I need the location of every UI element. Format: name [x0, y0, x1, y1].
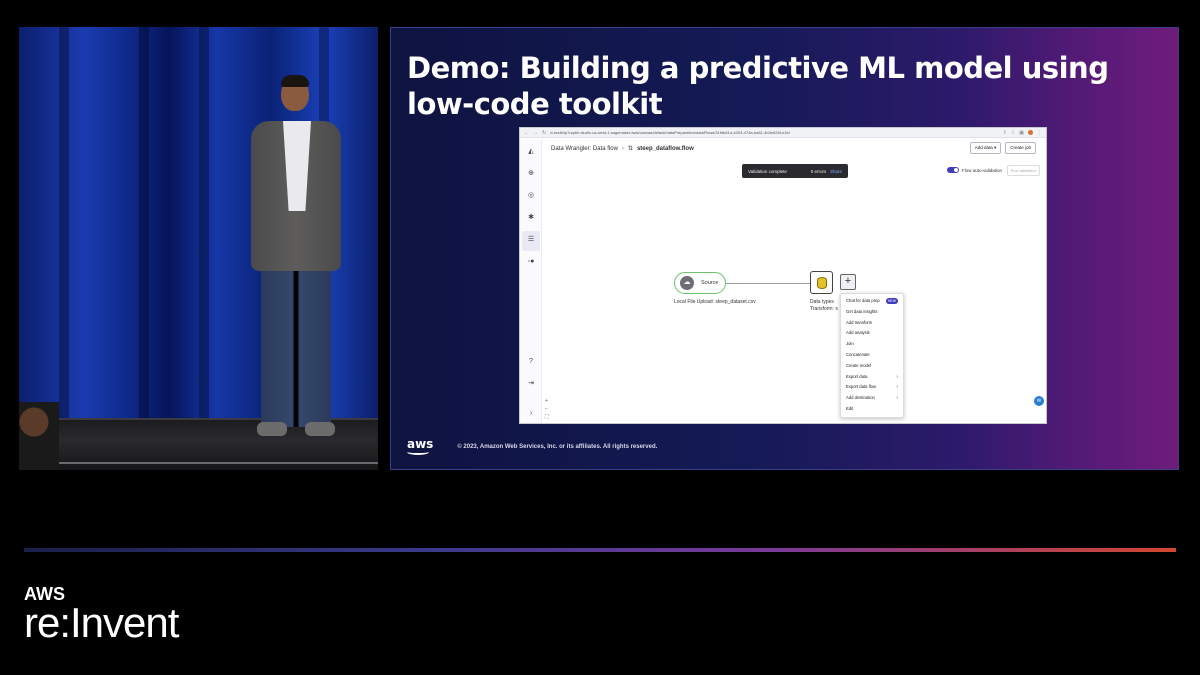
audience-member: [19, 402, 59, 470]
source-caption: Local File Upload: steep_dataset.csv: [674, 299, 756, 305]
chat-icon[interactable]: ✉: [1034, 396, 1044, 406]
menu-item-chat-for-data-prep[interactable]: Chat for data prep NEW: [841, 296, 903, 307]
extensions-icon[interactable]: ▣: [1019, 130, 1024, 136]
menu-item-add-analysis[interactable]: Add analysis: [841, 328, 903, 339]
zoom-out-icon[interactable]: −: [545, 406, 549, 412]
database-icon: [816, 276, 827, 289]
reload-icon[interactable]: ↻: [542, 130, 546, 136]
bookmark-icon[interactable]: ☆: [1011, 130, 1015, 136]
data-types-caption-line: Data types: [810, 299, 834, 305]
chevron-right-icon: ›: [896, 373, 898, 380]
menu-item-join[interactable]: Join: [841, 339, 903, 350]
models-icon[interactable]: ⊕: [526, 169, 536, 179]
datasets-icon[interactable]: ◦●: [526, 257, 536, 267]
flow-connector: [726, 283, 810, 284]
canvas-logo-icon[interactable]: ◭: [526, 147, 536, 157]
add-data-button[interactable]: Add data ▾: [969, 142, 1002, 154]
menu-item-get-data-insights[interactable]: Get data insights: [841, 307, 903, 318]
validation-toast: Validation complete 0 errors Share: [742, 164, 848, 178]
zoom-controls: + − ⛶: [545, 398, 549, 420]
presenter: [229, 75, 349, 447]
presentation-slide: Demo: Building a predictive ML model usi…: [390, 27, 1179, 470]
breadcrumb-data-flow[interactable]: Data Wrangler: Data flow: [551, 146, 618, 152]
ml-ops-icon[interactable]: ◎: [526, 191, 536, 201]
menu-item-create-model[interactable]: Create model: [841, 361, 903, 372]
curtain-fold: [59, 27, 69, 418]
slide-title: Demo: Building a predictive ML model usi…: [407, 51, 1109, 121]
curtain-fold: [139, 27, 149, 418]
data-types-caption: Data types Transform: s: [810, 299, 838, 313]
demo-browser-window: ← → ↻ d-rmdkhp7uqrkh.studio.us-west-1.sa…: [519, 127, 1047, 424]
flow-auto-validation[interactable]: Flow auto-validation: [946, 167, 1002, 173]
menu-item-edit[interactable]: Edit: [841, 404, 903, 415]
brand-gradient-bar: [24, 548, 1176, 552]
logout-icon[interactable]: ⇥: [526, 379, 536, 389]
zoom-in-icon[interactable]: +: [545, 398, 549, 404]
chevron-right-icon: ›: [896, 384, 898, 391]
share-link[interactable]: Share: [830, 169, 842, 174]
fit-view-icon[interactable]: ⛶: [545, 414, 549, 420]
stage-camera-feed: [19, 27, 378, 470]
menu-item-export-data[interactable]: Export data ›: [841, 372, 903, 383]
data-types-node[interactable]: [810, 271, 833, 294]
profile-avatar[interactable]: [1028, 129, 1033, 135]
back-icon[interactable]: ←: [524, 130, 529, 136]
slide-footer: aws © 2023, Amazon Web Services, Inc. or…: [407, 438, 657, 455]
validation-status: Validation complete: [748, 168, 787, 174]
gen-ai-icon[interactable]: ✱: [526, 213, 536, 223]
node-context-menu: Chat for data prep NEW Get data insights…: [840, 293, 904, 418]
share-icon[interactable]: ⇪: [1003, 130, 1007, 136]
curtain-fold: [199, 27, 209, 418]
create-job-button[interactable]: Create job: [1005, 142, 1036, 154]
copyright-text: © 2023, Amazon Web Services, Inc. or its…: [457, 443, 658, 450]
chevron-right-icon: ›: [621, 145, 624, 152]
browser-address-bar: ← → ↻ d-rmdkhp7uqrkh.studio.us-west-1.sa…: [520, 128, 1046, 138]
app-sidebar: ◭ ⊕ ◎ ✱ ☰ ◦● ? ⇥ ›: [520, 139, 542, 423]
url-field[interactable]: d-rmdkhp7uqrkh.studio.us-west-1.sagemake…: [550, 130, 998, 135]
help-icon[interactable]: ?: [526, 357, 536, 367]
data-wrangler-icon[interactable]: ☰: [526, 235, 536, 245]
chevron-right-icon: ›: [896, 395, 898, 402]
menu-item-export-data-flow[interactable]: Export data flow ›: [841, 382, 903, 393]
add-step-plus-icon[interactable]: +: [840, 274, 856, 290]
expand-icon[interactable]: ›: [526, 409, 536, 419]
menu-item-add-destination[interactable]: Add destination ›: [841, 393, 903, 404]
breadcrumb: Data Wrangler: Data flow › ⇅ steep_dataf…: [551, 145, 694, 153]
menu-item-add-transform[interactable]: Add transform: [841, 318, 903, 329]
event-logo: AWS re:Invent: [24, 585, 179, 646]
run-validation-button[interactable]: Run validation: [1006, 165, 1040, 176]
auto-validation-toggle[interactable]: [946, 167, 959, 173]
transform-caption-line: Transform: s: [810, 306, 838, 312]
more-icon[interactable]: ⋮: [1037, 130, 1042, 136]
source-node-label: Source: [701, 280, 719, 286]
menu-item-concatenate[interactable]: Concatenate: [841, 350, 903, 361]
cloud-upload-icon: ☁: [680, 276, 694, 290]
flow-auto-validation-label: Flow auto-validation: [961, 167, 1002, 173]
forward-icon[interactable]: →: [533, 130, 538, 136]
breadcrumb-file: steep_dataflow.flow: [636, 145, 694, 152]
flow-file-icon: ⇅: [627, 146, 633, 152]
brand-reinvent: re:Invent: [24, 599, 179, 646]
source-node[interactable]: ☁ Source: [674, 272, 726, 294]
validation-errors: 0 errors: [810, 168, 827, 174]
new-badge: NEW: [885, 298, 898, 305]
aws-logo: aws: [407, 438, 433, 455]
